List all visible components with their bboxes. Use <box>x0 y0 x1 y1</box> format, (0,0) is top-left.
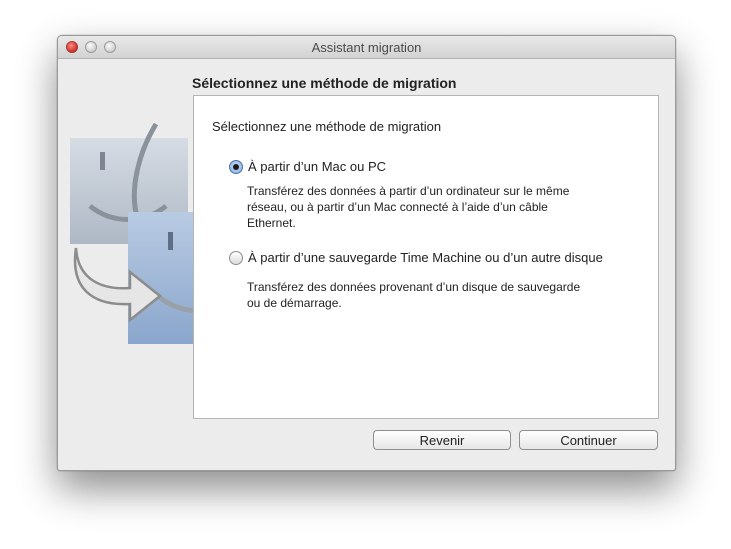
panel-title: Sélectionnez une méthode de migration <box>212 119 442 134</box>
description-line: ou de démarrage. <box>247 296 342 310</box>
continue-button[interactable]: Continuer <box>519 430 658 450</box>
window-title: Assistant migration <box>311 40 422 55</box>
radio-selected-dot <box>233 164 239 170</box>
back-button[interactable]: Revenir <box>373 430 511 450</box>
option-time-machine-description: Transférez des données provenant d’un di… <box>247 279 627 311</box>
description-line: Transférez des données à partir d’un ord… <box>247 184 570 198</box>
page-heading: Sélectionnez une méthode de migration <box>192 75 457 91</box>
migration-assistant-window: Assistant migration Sélectionnez une mét… <box>57 35 676 471</box>
option-time-machine-label[interactable]: À partir d’une sauvegarde Time Machine o… <box>248 250 603 265</box>
title-bar: Assistant migration <box>58 36 675 59</box>
option-mac-or-pc-description: Transférez des données à partir d’un ord… <box>247 183 627 231</box>
description-line: Transférez des données provenant d’un di… <box>247 280 581 294</box>
description-line: Ethernet. <box>247 216 296 230</box>
content-panel: Sélectionnez une méthode de migration À … <box>193 95 659 419</box>
option-mac-or-pc-label[interactable]: À partir d’un Mac ou PC <box>248 159 386 174</box>
radio-time-machine[interactable] <box>229 251 243 265</box>
radio-mac-or-pc[interactable] <box>229 160 243 174</box>
description-line: réseau, ou à partir d’un Mac connecté à … <box>247 200 548 214</box>
